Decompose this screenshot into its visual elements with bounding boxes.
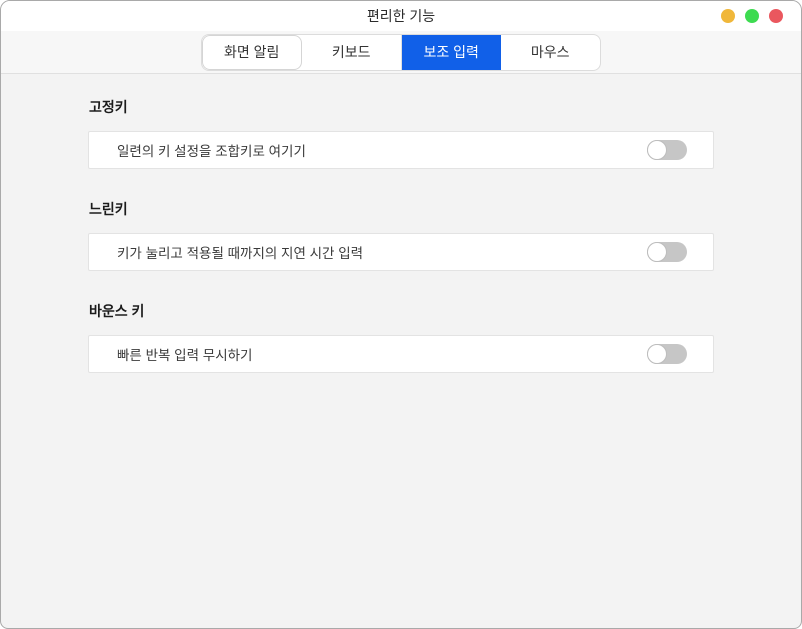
tab-strip: 화면 알림 키보드 보조 입력 마우스 [1,31,801,74]
titlebar: 편리한 기능 [1,1,801,31]
setting-label: 빠른 반복 입력 무시하기 [117,344,647,364]
close-button[interactable] [769,9,783,23]
content-area: 고정키 일련의 키 설정을 조합키로 여기기 느린키 키가 눌리고 적용될 때까… [1,74,801,628]
setting-row: 키가 눌리고 적용될 때까지의 지연 시간 입력 [88,233,714,271]
window-title: 편리한 기능 [367,6,435,26]
section-heading: 느린키 [89,199,714,219]
window-controls [721,1,783,31]
toggle-knob [647,344,667,364]
section-heading: 고정키 [89,97,714,117]
tab-assistive-input[interactable]: 보조 입력 [401,35,501,70]
tab-segmented-control: 화면 알림 키보드 보조 입력 마우스 [201,34,601,71]
settings-window: 편리한 기능 화면 알림 키보드 보조 입력 마우스 고정키 일련의 키 설정을… [0,0,802,629]
section-slow-keys: 느린키 키가 눌리고 적용될 때까지의 지연 시간 입력 [88,199,714,271]
setting-row: 일련의 키 설정을 조합키로 여기기 [88,131,714,169]
section-bounce-keys: 바운스 키 빠른 반복 입력 무시하기 [88,301,714,373]
setting-label: 일련의 키 설정을 조합키로 여기기 [117,140,647,160]
maximize-button[interactable] [745,9,759,23]
toggle-knob [647,140,667,160]
tab-screen-alerts[interactable]: 화면 알림 [202,35,302,70]
section-sticky-keys: 고정키 일련의 키 설정을 조합키로 여기기 [88,97,714,169]
tab-keyboard[interactable]: 키보드 [302,35,402,70]
section-heading: 바운스 키 [89,301,714,321]
bounce-keys-toggle[interactable] [647,344,687,364]
minimize-button[interactable] [721,9,735,23]
toggle-knob [647,242,667,262]
slow-keys-toggle[interactable] [647,242,687,262]
setting-label: 키가 눌리고 적용될 때까지의 지연 시간 입력 [117,242,647,262]
tab-mouse[interactable]: 마우스 [501,35,601,70]
sticky-keys-toggle[interactable] [647,140,687,160]
setting-row: 빠른 반복 입력 무시하기 [88,335,714,373]
